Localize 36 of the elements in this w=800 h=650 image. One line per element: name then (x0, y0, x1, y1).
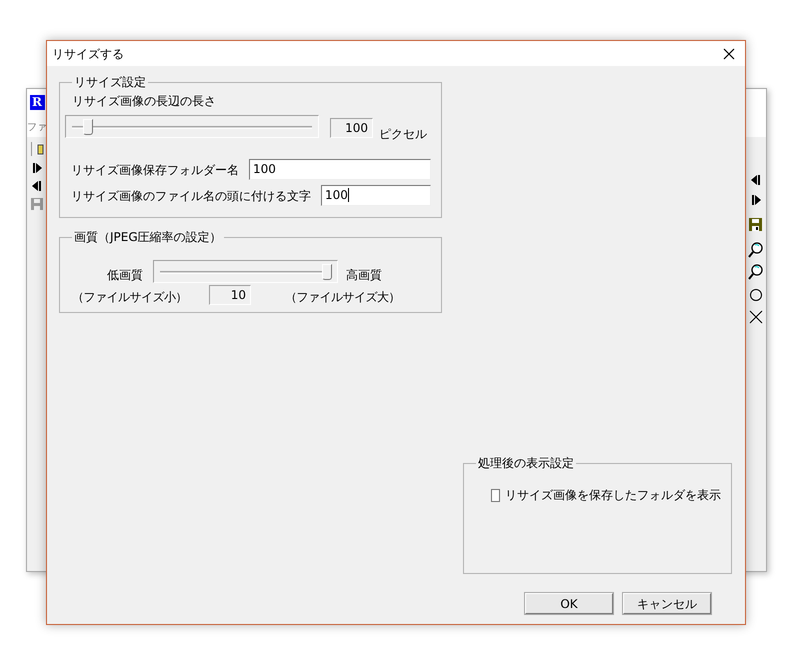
value-display: 100 (330, 118, 373, 138)
zoom-icon[interactable] (748, 264, 764, 280)
quality-label: 低画質 (107, 267, 143, 284)
checkbox[interactable] (491, 488, 500, 502)
size-note: （ファイルサイズ大） (285, 289, 400, 306)
folder-icon[interactable] (30, 141, 44, 157)
size-note: （ファイルサイズ小） (72, 289, 187, 306)
previous-icon[interactable] (748, 173, 762, 187)
text-field[interactable]: 100 (249, 159, 431, 180)
unit-label: ピクセル (379, 126, 427, 143)
menu-item[interactable]: ファ (27, 120, 47, 135)
value-display: 10 (209, 285, 251, 305)
group-title: 画質（JPEG圧縮率の設定） (73, 230, 223, 244)
circle-icon[interactable] (748, 288, 762, 302)
checkbox-label: リサイズ画像を保存したフォルダを表示 (505, 487, 721, 504)
ok-button[interactable]: OK (525, 593, 613, 614)
close-icon[interactable] (723, 48, 735, 60)
next-icon[interactable] (30, 161, 44, 175)
field-label: リサイズ画像のファイル名の頭に付ける文字 (71, 188, 311, 204)
text-field[interactable]: 100 (321, 185, 431, 206)
slider-thumb[interactable] (322, 264, 332, 280)
app-logo: R (30, 95, 44, 110)
group-title: リサイズ設定 (73, 75, 147, 89)
group-title: 処理後の表示設定 (477, 456, 575, 470)
field-label: リサイズ画像保存フォルダー名 (71, 162, 239, 178)
window-title: リサイズする (52, 46, 124, 62)
quality-label: 高画質 (346, 267, 382, 284)
save-icon[interactable] (748, 217, 763, 232)
field-label: リサイズ画像の長辺の長さ (72, 93, 217, 110)
previous-icon[interactable] (30, 179, 44, 193)
cross-icon[interactable] (748, 310, 762, 324)
slider[interactable] (65, 115, 319, 138)
slider-thumb[interactable] (82, 119, 93, 135)
zoom-icon[interactable] (748, 242, 764, 258)
cancel-button[interactable]: キャンセル (623, 593, 711, 614)
slider[interactable] (153, 260, 338, 282)
